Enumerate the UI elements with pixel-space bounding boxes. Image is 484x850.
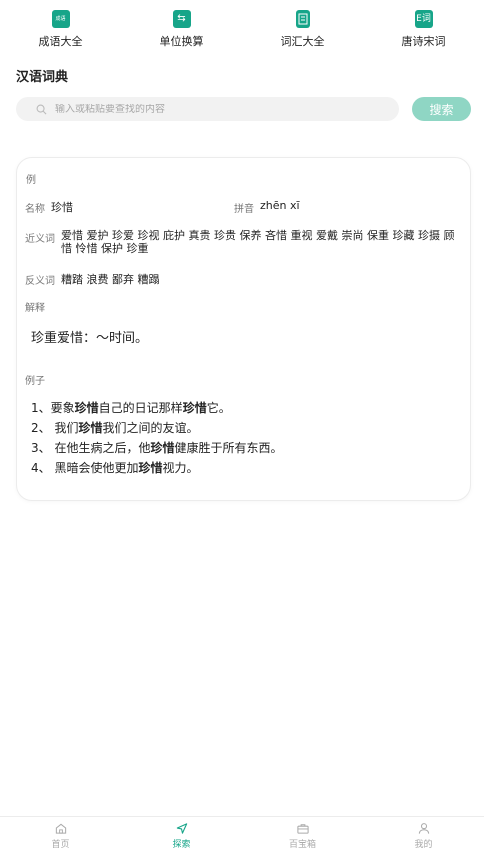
tool-unit-convert-label: 单位换算 [159,35,204,48]
examples-label: 例子 [25,376,45,387]
tool-vocabulary-label: 词汇大全 [280,35,325,48]
example-num: 1、 [31,401,51,415]
synonyms-line-2: 惜 怜惜 保护 珍重 [61,242,149,255]
tool-idiom[interactable]: 成语 成语大全 [0,10,121,50]
tool-unit-icon-text: ⇆ [177,13,186,24]
pinyin-label: 拼音 [234,204,254,215]
example-item: 4、 黑暗会使他更加珍惜视力。 [31,458,283,478]
nav-home-label: 首页 [51,840,70,850]
idiom-book-icon: 成语 [51,10,70,28]
nav-toolbox[interactable]: 百宝箱 [242,817,363,850]
example-text: 黑暗会使他更加 [50,461,139,475]
example-item: 2、 我们珍惜我们之间的友谊。 [31,418,283,438]
tool-idiom-icon-text: 成语 [55,15,66,22]
nav-profile[interactable]: 我的 [363,817,484,850]
tool-poetry-icon-text: E词 [416,13,431,24]
page-title: 汉语词典 [16,70,69,85]
example-text: 健康胜于所有东西。 [174,441,283,455]
name-label: 名称 [25,204,45,215]
tool-poetry-label: 唐诗宋词 [401,35,446,48]
navigate-icon [176,823,187,834]
example-item: 1、要象珍惜自己的日记那样珍惜它。 [31,398,283,418]
example-text: 在他生病之后，他 [50,441,151,455]
example-keyword: 珍惜 [74,401,99,415]
nav-profile-label: 我的 [414,840,433,850]
poetry-icon: E词 [414,10,433,28]
example-keyword: 珍惜 [150,441,175,455]
tool-poetry[interactable]: E词 唐诗宋词 [363,10,484,50]
unit-convert-icon: ⇆ [172,10,191,28]
toolbox-icon [296,824,309,834]
example-text: 我们 [50,421,79,435]
example-keyword: 珍惜 [78,421,103,435]
explanation-text: 珍重爱惜：～时间。 [31,331,149,346]
example-tag: 例 [26,175,36,186]
pinyin-value: zhēn xī [260,199,300,212]
synonyms-label: 近义词 [25,234,55,245]
example-num: 3、 [31,441,51,455]
dictionary-entry-card: 例 名称 珍惜 拼音 zhēn xī 近义词 爱惜 爱护 珍爱 珍视 庇护 真贵… [16,157,471,501]
nav-home[interactable]: 首页 [0,817,121,850]
name-value: 珍惜 [51,201,73,214]
search-icon [36,104,47,114]
example-text: 它。 [206,401,231,415]
search-button[interactable]: 搜索 [412,97,471,121]
example-num: 4、 [31,461,51,475]
home-icon [55,823,66,834]
synonyms-line-1: 爱惜 爱护 珍爱 珍视 庇护 真贵 珍贵 保养 吝惜 重视 爱戴 崇尚 保重 珍… [61,229,455,242]
tool-unit-convert[interactable]: ⇆ 单位换算 [121,10,242,50]
search-box[interactable] [16,97,399,121]
vocabulary-glyph [298,13,307,25]
example-keyword: 珍惜 [138,461,163,475]
nav-explore[interactable]: 探索 [121,817,242,850]
example-text: 视力。 [162,461,199,475]
example-num: 2、 [31,421,51,435]
search-input[interactable] [55,103,375,115]
examples-list: 1、要象珍惜自己的日记那样珍惜它。 2、 我们珍惜我们之间的友谊。 3、 在他生… [31,398,283,478]
tool-vocabulary[interactable]: 词汇大全 [242,10,363,50]
example-text: 自己的日记那样 [98,401,183,415]
example-keyword: 珍惜 [182,401,207,415]
example-text: 我们之间的友谊。 [102,421,199,435]
tool-idiom-label: 成语大全 [38,35,83,48]
example-item: 3、 在他生病之后，他珍惜健康胜于所有东西。 [31,438,283,458]
vocabulary-book-icon [295,10,310,28]
user-icon [418,823,429,834]
explanation-label: 解释 [25,303,45,314]
antonyms-value: 糟踏 浪费 鄙弃 糟蹋 [61,273,160,286]
bottom-nav: 首页 探索 百宝箱 我的 [0,816,484,850]
nav-explore-label: 探索 [172,840,191,850]
nav-toolbox-label: 百宝箱 [288,840,316,850]
quick-tools-bar: 成语 成语大全 ⇆ 单位换算 词汇大全 E词 唐诗宋词 [0,10,484,50]
antonyms-label: 反义词 [25,276,55,287]
example-text: 要象 [50,401,75,415]
